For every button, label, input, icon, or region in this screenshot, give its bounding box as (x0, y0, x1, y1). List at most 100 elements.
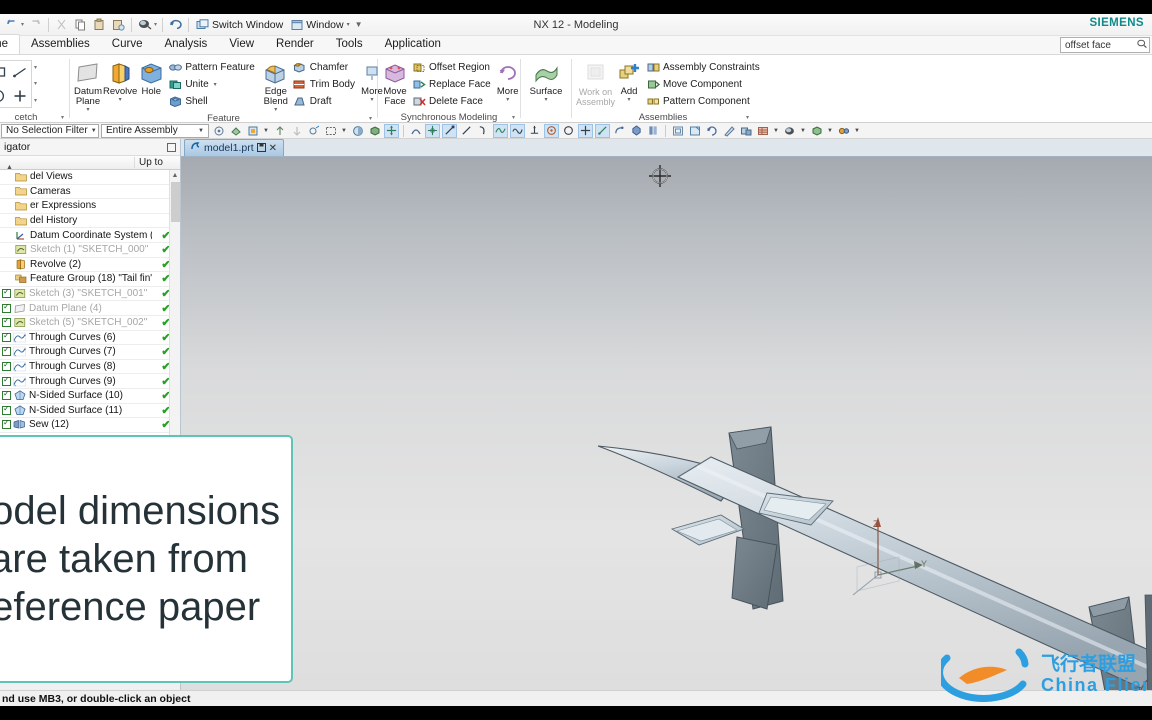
add-component-caret-icon[interactable]: ▾ (628, 97, 631, 103)
find-caret-icon[interactable]: ▾ (154, 21, 157, 28)
perpendicular-icon[interactable] (527, 124, 542, 138)
circle-icon[interactable] (0, 84, 9, 107)
scroll-thumb[interactable] (171, 182, 180, 222)
view-orientation-icon[interactable] (809, 124, 824, 138)
draft-button[interactable]: Draft (290, 93, 358, 109)
sketch-group-caret-icon[interactable]: ▾ (61, 114, 64, 121)
move-face-button[interactable]: Move Face (382, 58, 408, 107)
work-on-assembly-button[interactable]: Work on Assembly (576, 58, 615, 107)
synchronous-more-caret-icon[interactable]: ▾ (506, 97, 509, 103)
tree-item-datum-plane-4[interactable]: Datum Plane (4)✔ (0, 301, 180, 316)
down-one-level-icon[interactable] (289, 124, 304, 138)
tree-item-through-curves-6[interactable]: Through Curves (6)✔ (0, 331, 180, 346)
shaded-icon[interactable] (350, 124, 365, 138)
datum-plane-button[interactable]: Datum Plane ▾ (74, 58, 102, 113)
visual-caret-icon[interactable]: ▼ (853, 124, 861, 138)
offset-region-button[interactable]: Offset Region (409, 59, 494, 75)
unite-caret-icon[interactable]: ▾ (214, 81, 217, 88)
tab-tools[interactable]: Tools (325, 35, 374, 54)
select-face-icon[interactable] (245, 124, 260, 138)
assembly-constraints-button[interactable]: Assembly Constraints (643, 59, 763, 75)
tree-item-checkbox[interactable] (2, 345, 11, 357)
rect-select-caret-icon[interactable]: ▼ (340, 124, 348, 138)
surface-button[interactable]: Surface ▾ (527, 58, 565, 103)
tab-assemblies[interactable]: Assemblies (20, 35, 101, 54)
tree-item-through-curves-8[interactable]: Through Curves (8)✔ (0, 360, 180, 375)
paste-special-icon[interactable] (110, 16, 127, 33)
save-indicator-icon[interactable] (256, 142, 266, 154)
undo-caret-icon[interactable]: ▾ (21, 21, 24, 28)
pan-icon[interactable] (721, 124, 736, 138)
tree-item-through-curves-7[interactable]: Through Curves (7)✔ (0, 345, 180, 360)
rectangle-icon[interactable] (0, 61, 9, 84)
sine-curve-icon[interactable] (510, 123, 525, 138)
curve-set-icon[interactable] (408, 124, 423, 138)
render-style-icon[interactable] (782, 124, 797, 138)
tab-view[interactable]: View (218, 35, 265, 54)
tree-item-checkbox[interactable] (2, 418, 11, 430)
point-on-curve-icon[interactable] (646, 124, 661, 138)
tree-item-checkbox[interactable] (2, 389, 11, 401)
switch-window-button[interactable]: Switch Window (192, 16, 287, 34)
chevron-down-icon[interactable]: ▼ (88, 128, 100, 134)
profile-plus-icon[interactable] (9, 84, 31, 107)
tree-item-n-sided-surface-10[interactable]: N-Sided Surface (10)✔ (0, 389, 180, 404)
tree-item-through-curves-9[interactable]: Through Curves (9)✔ (0, 374, 180, 389)
synchronous-group-caret-icon[interactable]: ▾ (512, 114, 515, 121)
shell-button[interactable]: Shell (165, 93, 257, 109)
cut-icon[interactable] (53, 16, 70, 33)
undo-icon[interactable] (3, 16, 20, 33)
copy-icon[interactable] (72, 16, 89, 33)
grid-icon[interactable] (755, 124, 770, 138)
tab-render[interactable]: Render (265, 35, 325, 54)
document-tab-model1[interactable]: model1.prt ✕ (184, 139, 284, 156)
tab-curve[interactable]: Curve (101, 35, 154, 54)
delete-face-button[interactable]: Delete Face (409, 93, 494, 109)
find-icon[interactable] (136, 16, 153, 33)
redo-icon[interactable] (27, 16, 44, 33)
point-constructor-icon[interactable] (425, 123, 440, 138)
command-finder[interactable]: offset face (1060, 37, 1150, 53)
tree-item-checkbox[interactable] (2, 287, 11, 299)
tree-item-checkbox[interactable] (2, 331, 11, 342)
quadrant-point-icon[interactable] (612, 124, 627, 138)
endpoint-icon[interactable] (442, 123, 457, 138)
tree-item-checkbox[interactable] (2, 302, 11, 313)
tree-item-datum-coordinate-system[interactable]: Datum Coordinate System (0) ✔ (0, 228, 180, 243)
midpoint-icon[interactable] (459, 124, 474, 138)
search-icon[interactable] (1137, 39, 1147, 52)
spline-icon[interactable] (493, 123, 508, 138)
circle-icon[interactable] (561, 124, 576, 138)
tab-analysis[interactable]: Analysis (153, 35, 218, 54)
paste-icon[interactable] (91, 16, 108, 33)
feature-more-caret-icon[interactable]: ▾ (370, 97, 373, 103)
view-section-icon[interactable] (738, 124, 753, 138)
grid-caret-icon[interactable]: ▼ (772, 124, 780, 138)
tree-item-checkbox[interactable] (2, 375, 11, 386)
tree-item-checkbox[interactable] (2, 404, 11, 415)
chevron-down-icon[interactable]: ▼ (195, 128, 207, 134)
revolve-caret-icon[interactable]: ▾ (119, 97, 122, 103)
tree-item-n-sided-surface-11[interactable]: N-Sided Surface (11)✔ (0, 404, 180, 419)
selection-scope-combo[interactable]: Entire Assembly ▼ (101, 123, 209, 138)
hole-button[interactable]: Hole (138, 58, 164, 97)
scroll-up-icon[interactable]: ▲ (170, 170, 180, 181)
feature-group-caret-icon[interactable]: ▾ (369, 115, 372, 122)
pin-icon[interactable] (167, 142, 176, 152)
tree-item-revolve-2[interactable]: Revolve (2) ✔ (0, 258, 180, 273)
move-object-icon[interactable] (384, 123, 399, 138)
tree-item-sketch-002[interactable]: Sketch (5) "SKETCH_002"✔ (0, 316, 180, 331)
assemblies-group-caret-icon[interactable]: ▾ (746, 114, 749, 121)
revolve-button[interactable]: Revolve ▾ (103, 58, 137, 103)
solid-body-icon[interactable] (367, 124, 382, 138)
circle-center-icon[interactable] (544, 123, 559, 138)
intersection-icon[interactable] (578, 123, 593, 138)
up-one-level-icon[interactable] (272, 124, 287, 138)
visual-style-icon[interactable] (836, 124, 851, 138)
control-point-icon[interactable] (629, 124, 644, 138)
close-icon[interactable]: ✕ (269, 143, 277, 154)
select-general-icon[interactable] (211, 124, 226, 138)
tree-item-sketch-001[interactable]: Sketch (3) "SKETCH_001"✔ (0, 287, 180, 302)
tree-item-sew-12[interactable]: Sew (12)✔ (0, 418, 180, 433)
trim-body-button[interactable]: Trim Body (290, 76, 358, 92)
